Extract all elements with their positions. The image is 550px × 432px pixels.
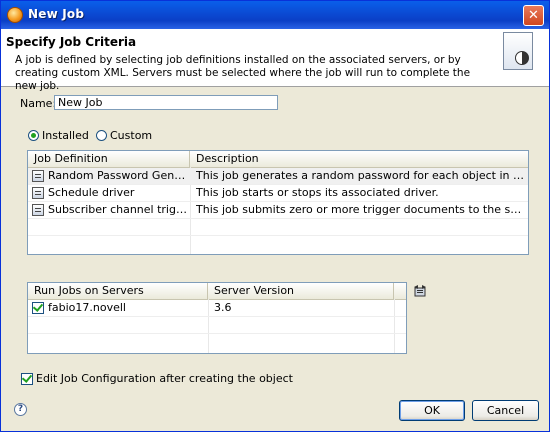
installed-radio[interactable] xyxy=(28,130,39,141)
refresh-servers-icon[interactable] xyxy=(412,284,428,298)
job-definition-cell: Random Password Generator xyxy=(48,169,188,182)
job-description-cell: This job generates a random password for… xyxy=(196,169,524,182)
edit-config-checkbox[interactable] xyxy=(21,372,33,385)
checkmark-icon xyxy=(32,301,44,312)
dialog-header: Specify Job Criteria A job is defined by… xyxy=(1,29,549,92)
job-table-header: Job Definition Description xyxy=(28,151,528,168)
job-description-cell: This job submits zero or more trigger do… xyxy=(196,203,524,216)
checkmark-icon xyxy=(21,372,33,383)
column-header-description[interactable]: Description xyxy=(190,151,528,167)
column-header-job-definition[interactable]: Job Definition xyxy=(28,151,190,167)
custom-radio-label[interactable]: Custom xyxy=(110,129,152,142)
dialog-window: New Job ✕ Specify Job Criteria A job is … xyxy=(0,0,550,432)
ok-button[interactable]: OK xyxy=(399,400,465,421)
close-button[interactable]: ✕ xyxy=(523,5,544,26)
table-row[interactable]: Subscriber channel trigger This job subm… xyxy=(28,202,528,218)
job-definition-cell: Subscriber channel trigger xyxy=(48,203,188,216)
job-document-icon xyxy=(503,32,533,70)
table-row[interactable]: Schedule driver This job starts or stops… xyxy=(28,185,528,201)
column-header-server-version[interactable]: Server Version xyxy=(208,283,394,299)
help-icon[interactable]: ? xyxy=(14,403,27,416)
custom-radio[interactable] xyxy=(96,130,107,141)
window-title: New Job xyxy=(28,7,85,21)
job-definition-table[interactable]: Job Definition Description Random Passwo… xyxy=(27,150,529,255)
job-definition-icon xyxy=(32,187,44,199)
server-version-cell: 3.6 xyxy=(214,301,232,314)
job-definition-icon xyxy=(32,170,44,182)
cancel-button[interactable]: Cancel xyxy=(472,400,539,421)
server-table-header: Run Jobs on Servers Server Version xyxy=(28,283,406,300)
header-description: A job is defined by selecting job defini… xyxy=(15,54,471,92)
header-title: Specify Job Criteria xyxy=(6,35,137,49)
title-bar[interactable]: New Job ✕ xyxy=(1,1,549,29)
table-row[interactable]: fabio17.novell 3.6 xyxy=(28,300,406,316)
job-definition-icon xyxy=(32,204,44,216)
table-row[interactable]: Random Password Generator This job gener… xyxy=(28,168,528,184)
server-table[interactable]: Run Jobs on Servers Server Version fabio… xyxy=(27,282,407,354)
name-label: Name: xyxy=(20,97,57,110)
installed-radio-label[interactable]: Installed xyxy=(42,129,89,142)
server-checkbox[interactable] xyxy=(32,301,44,314)
server-name-cell: fabio17.novell xyxy=(48,301,126,314)
column-header-run-jobs-on-servers[interactable]: Run Jobs on Servers xyxy=(28,283,208,299)
name-input[interactable]: New Job xyxy=(54,95,278,110)
app-icon xyxy=(7,7,23,23)
edit-config-label[interactable]: Edit Job Configuration after creating th… xyxy=(36,372,293,385)
job-definition-cell: Schedule driver xyxy=(48,186,135,199)
job-description-cell: This job starts or stops its associated … xyxy=(196,186,439,199)
